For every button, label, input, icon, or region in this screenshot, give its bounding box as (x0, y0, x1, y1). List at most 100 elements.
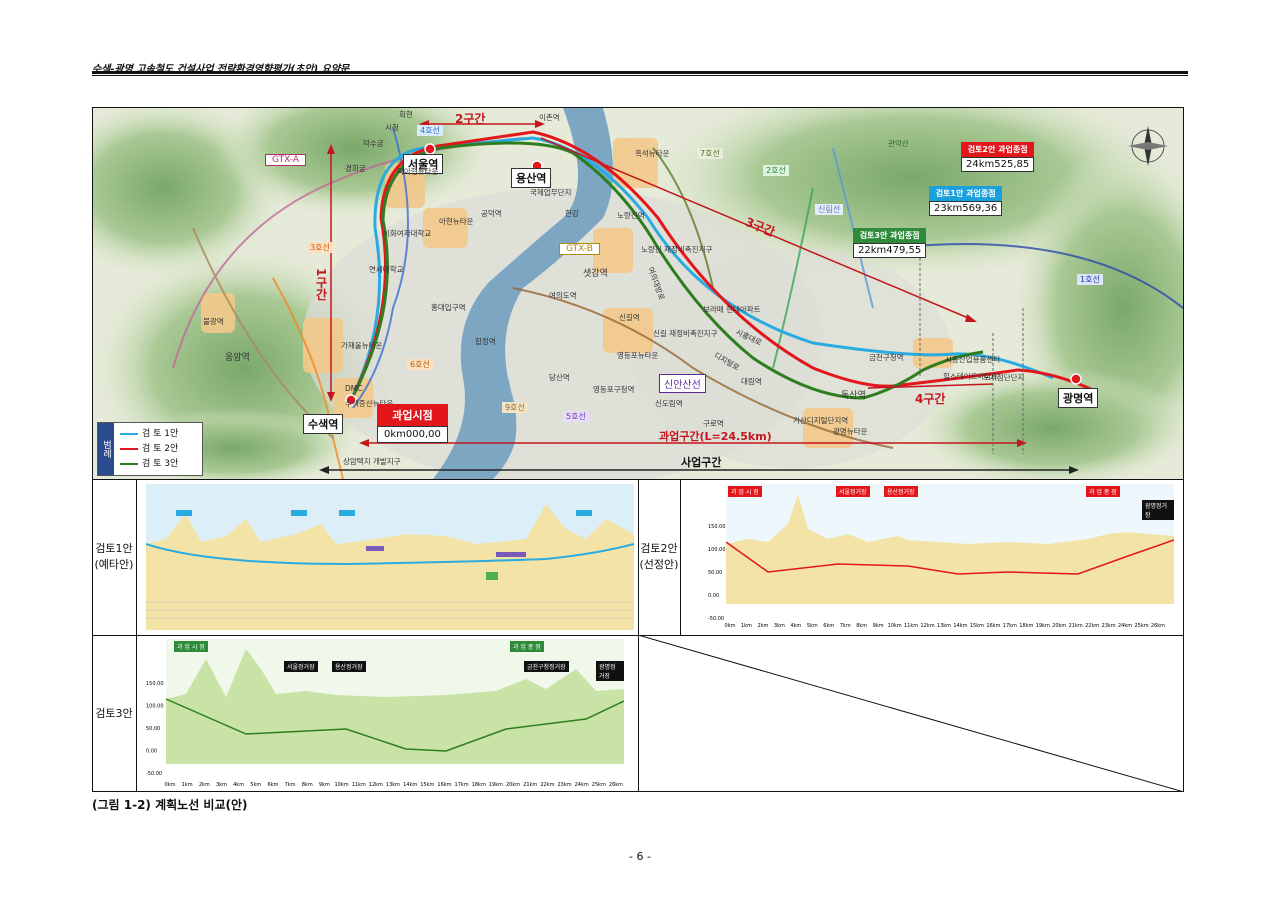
p2-xtick: 22km (1085, 623, 1099, 629)
place-ewha: 이화여자대학교 (383, 229, 432, 238)
p3-xtick: 21km (523, 782, 537, 788)
p3-label-yongsan: 용산정거장 (332, 661, 366, 672)
place-hangang: 한강 (565, 209, 579, 218)
p3-xtick: 16km (437, 782, 451, 788)
p3-xtick: 8km (302, 782, 313, 788)
p3-xtick: 26km (609, 782, 623, 788)
p2-xtick: 18km (1019, 623, 1033, 629)
callout-alt2-end-label: 검토2안 과업종점 (961, 142, 1035, 157)
p2-xtick: 2km (757, 623, 768, 629)
p3-xtick: 3km (216, 782, 227, 788)
p3-ytick: 100.00 (146, 704, 164, 710)
legend-title: 범례 (98, 423, 114, 475)
p2-ytick: 50.00 (708, 570, 722, 576)
p3-ytick: 0.00 (146, 749, 157, 755)
legend-item-1: 검 토 1안 (120, 427, 178, 442)
callout-alt3-end-value: 22km479,55 (853, 243, 927, 258)
legend-items: 검 토 1안 검 토 2안 검 토 3안 (120, 427, 178, 472)
place-international-biz: 국제업무단지 (530, 188, 572, 197)
p3-ytick: 50.00 (146, 726, 160, 732)
callout-alt2-end-value: 24km525,85 (961, 157, 1035, 172)
place-sindorim: 신도림역 (655, 399, 683, 408)
p3-xtick: 13km (386, 782, 400, 788)
place-geumcheon-gucheong: 금천구청역 (869, 353, 904, 362)
place-hapjeong: 합정역 (475, 337, 496, 346)
p3-xtick: 14km (403, 782, 417, 788)
place-yeouidaebang-ro: 여의대방로 (646, 265, 667, 302)
p2-xtick: 8km (856, 623, 867, 629)
place-digital-ro: 디지털로 (712, 350, 742, 373)
p3-xtick: 25km (592, 782, 606, 788)
grid-col-3 (680, 479, 681, 635)
place-hongdae: 홍대입구역 (431, 303, 466, 312)
place-yeongdeungpo-gucheong: 영등포구청역 (593, 385, 635, 394)
p3-xtick: 11km (352, 782, 366, 788)
p2-xtick: 12km (920, 623, 934, 629)
p3-xtick: 4km (233, 782, 244, 788)
map-legend: 범례 검 토 1안 검 토 2안 검 토 3안 (97, 422, 203, 476)
callout-alt3-end: 검토3안 과업종점 22km479,55 (853, 228, 927, 258)
p3-xtick: 1km (182, 782, 193, 788)
place-heukseok: 흑석뉴타운 (635, 149, 670, 158)
grid-col-1 (136, 479, 137, 791)
figure-caption: (그림 1-2) 계획노선 비교(안) (92, 798, 248, 812)
p2-label-seoul: 서울정거장 (836, 486, 870, 497)
place-deoksugung: 덕수궁 (363, 139, 384, 148)
callout-task-start: 과업시점 0km000,00 (377, 404, 448, 443)
header-rule-thin (92, 75, 1188, 76)
p3-xtick: 6km (267, 782, 278, 788)
p3-label-seoul: 서울정거장 (284, 661, 318, 672)
place-dangsan: 당산역 (549, 373, 570, 382)
place-noryangjin-renewal: 노량진 재정비촉진지구 (641, 245, 713, 254)
profile-3-label: 검토3안 (92, 706, 136, 722)
callout-alt1-end-value: 23km569,36 (929, 201, 1003, 216)
callout-alt2-end: 검토2안 과업종점 24km525,85 (961, 142, 1035, 172)
profile-1-diagram (146, 484, 634, 630)
p3-xtick: 24km (575, 782, 589, 788)
p3-xtick: 5km (250, 782, 261, 788)
p2-xtick: 1km (741, 623, 752, 629)
place-siheung-tools: 시흥산업용품센터 (945, 355, 1001, 364)
p2-xtick: 20km (1052, 623, 1066, 629)
place-yeouido: 여의도역 (549, 291, 577, 300)
profile-1-name: 검토1안 (95, 542, 133, 555)
place-saetgang: 샛강역 (583, 269, 608, 279)
empty-cell-diagonal (638, 635, 1184, 792)
route-map: 1구간 2구간 3구간 4구간 서울역 용산역 수색역 광명역 GTX-A GT… (93, 108, 1183, 479)
p2-xtick: 23km (1102, 623, 1116, 629)
p2-ytick: 0.00 (708, 593, 719, 599)
p2-xtick: 9km (873, 623, 884, 629)
place-gongdeok: 공덕역 (481, 209, 502, 218)
p2-ytick: 100.00 (708, 547, 726, 553)
p2-xtick: 10km (888, 623, 902, 629)
place-ichon: 이촌역 (539, 113, 560, 122)
p2-xtick: 17km (1003, 623, 1017, 629)
profile-3-diagram: 150.00 100.00 50.00 0.00 -50.00 0km 1km 2km 3km 4… (146, 639, 624, 789)
p3-xtick: 2km (199, 782, 210, 788)
callout-task-start-value: 0km000,00 (377, 426, 448, 443)
task-span-label: 과업구간(L=24.5km) (659, 430, 772, 443)
p3-xtick: 0km (165, 782, 176, 788)
p3-xtick: 20km (506, 782, 520, 788)
p3-xtick: 23km (557, 782, 571, 788)
p2-xtick: 25km (1134, 623, 1148, 629)
place-gasan: 가산디지털단지역 (793, 416, 849, 425)
p2-xtick: 6km (823, 623, 834, 629)
p3-label-gwangmyeong: 광명정거장 (596, 661, 624, 681)
callout-alt1-end-label: 검토1안 과업종점 (929, 186, 1003, 201)
p2-xtick: 26km (1151, 623, 1165, 629)
p2-xtick: 19km (1036, 623, 1050, 629)
place-gyeonghuigung: 경희궁 (345, 164, 366, 173)
p3-xtick: 9km (319, 782, 330, 788)
place-eungam: 응암역 (225, 353, 250, 363)
place-gwanaksan: 관악산 (888, 139, 909, 148)
profile-3-name: 검토3안 (95, 707, 133, 720)
p2-label-start: 과 업 시 점 (728, 486, 762, 497)
project-span-label: 사업구간 (681, 456, 722, 469)
p2-xtick: 15km (970, 623, 984, 629)
p3-ytick: 150.00 (146, 681, 164, 687)
place-bulgwang: 불광역 (203, 317, 224, 326)
profile-2-sub: (선정안) (639, 558, 679, 571)
p3-xtick: 12km (369, 782, 383, 788)
p2-ytick: 150.00 (708, 524, 726, 530)
